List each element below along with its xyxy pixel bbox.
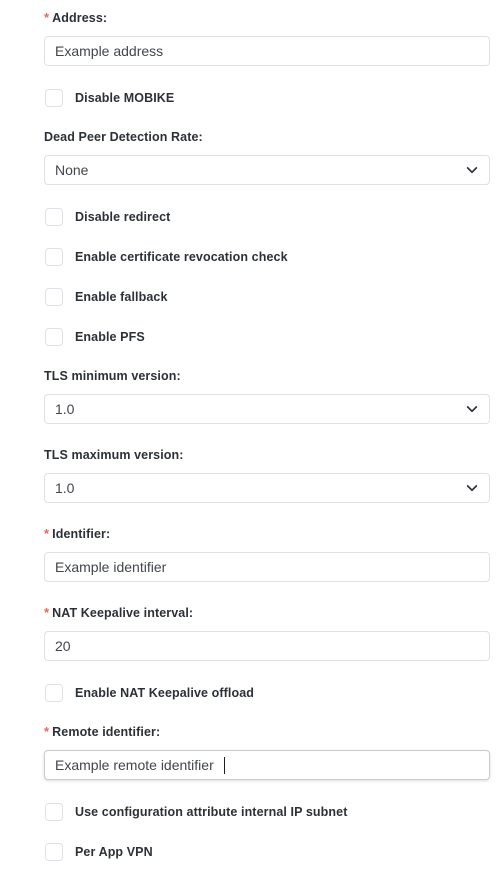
checkbox-disable-redirect[interactable]: [45, 208, 63, 226]
checkbox-row-use-configuration-attribute-internal-ip-subnet[interactable]: Use configuration attribute internal IP …: [45, 803, 347, 821]
required-marker-nat-keepalive-interval: *: [44, 605, 50, 620]
label-text-dead-peer-detection-rate: Dead Peer Detection Rate:: [44, 130, 203, 144]
label-text-tls-minimum-version: TLS minimum version:: [44, 369, 181, 383]
checkbox-row-enable-fallback[interactable]: Enable fallback: [45, 288, 168, 306]
label-text-nat-keepalive-interval: NAT Keepalive interval:: [52, 606, 194, 620]
checkbox-per-app-vpn[interactable]: [45, 843, 63, 861]
chevron-down-icon: [466, 485, 478, 492]
checkbox-use-configuration-attribute-internal-ip-subnet[interactable]: [45, 803, 63, 821]
label-identifier: * Identifier:: [44, 525, 110, 543]
address-input[interactable]: [44, 36, 490, 66]
nat-keepalive-interval-input[interactable]: [44, 631, 490, 661]
checkbox-label-enable-certificate-revocation-check: Enable certificate revocation check: [75, 250, 288, 264]
label-address: * Address:: [44, 9, 107, 27]
checkbox-label-use-configuration-attribute-internal-ip-subnet: Use configuration attribute internal IP …: [75, 805, 348, 819]
checkbox-row-enable-pfs[interactable]: Enable PFS: [45, 328, 145, 346]
label-dead-peer-detection-rate: Dead Peer Detection Rate:: [44, 128, 203, 146]
identifier-input[interactable]: [44, 552, 490, 582]
checkbox-label-per-app-vpn: Per App VPN: [75, 845, 153, 859]
identifier-field-wrap: [44, 552, 490, 582]
label-text-identifier: Identifier:: [52, 527, 111, 541]
label-nat-keepalive-interval: * NAT Keepalive interval:: [44, 604, 193, 622]
text-cursor: [224, 757, 225, 774]
checkbox-enable-nat-keepalive-offload[interactable]: [45, 684, 63, 702]
tls-maximum-version-value: 1.0: [55, 480, 75, 496]
required-marker-remote-identifier: *: [44, 724, 50, 739]
chevron-down-icon: [466, 406, 478, 413]
tls-maximum-version-select[interactable]: 1.0: [44, 473, 490, 503]
checkbox-label-disable-mobike: Disable MOBIKE: [75, 91, 175, 105]
dead-peer-detection-rate-select[interactable]: None: [44, 155, 490, 185]
checkbox-row-enable-nat-keepalive-offload[interactable]: Enable NAT Keepalive offload: [45, 684, 254, 702]
remote-identifier-field-wrap: [44, 750, 490, 780]
required-marker-address: *: [44, 10, 50, 25]
tls-minimum-version-value: 1.0: [55, 401, 75, 417]
checkbox-label-disable-redirect: Disable redirect: [75, 210, 171, 224]
checkbox-row-per-app-vpn[interactable]: Per App VPN: [45, 843, 153, 861]
checkbox-row-disable-redirect[interactable]: Disable redirect: [45, 208, 170, 226]
label-remote-identifier: * Remote identifier:: [44, 723, 160, 741]
label-tls-maximum-version: TLS maximum version:: [44, 446, 184, 464]
checkbox-enable-certificate-revocation-check[interactable]: [45, 248, 63, 266]
checkbox-label-enable-fallback: Enable fallback: [75, 290, 168, 304]
required-marker-identifier: *: [44, 526, 50, 541]
checkbox-row-disable-mobike[interactable]: Disable MOBIKE: [45, 89, 174, 107]
label-text-remote-identifier: Remote identifier:: [52, 725, 161, 739]
checkbox-disable-mobike[interactable]: [45, 89, 63, 107]
address-field-wrap: [44, 36, 490, 66]
label-text-tls-maximum-version: TLS maximum version:: [44, 448, 184, 462]
dead-peer-detection-rate-value: None: [55, 162, 89, 178]
remote-identifier-input[interactable]: [44, 750, 490, 780]
checkbox-enable-fallback[interactable]: [45, 288, 63, 306]
vpn-ikev2-configuration-form: *Address: Disable MOBIKE Dead Peer Detec…: [0, 0, 500, 870]
label-text-address: Address:: [52, 11, 108, 25]
checkbox-label-enable-pfs: Enable PFS: [75, 330, 145, 344]
chevron-down-icon: [466, 167, 478, 174]
checkbox-row-enable-certificate-revocation-check[interactable]: Enable certificate revocation check: [45, 248, 288, 266]
tls-minimum-version-select[interactable]: 1.0: [44, 394, 490, 424]
nat-keepalive-interval-field-wrap: [44, 631, 490, 661]
checkbox-label-enable-nat-keepalive-offload: Enable NAT Keepalive offload: [75, 686, 254, 700]
checkbox-enable-pfs[interactable]: [45, 328, 63, 346]
label-tls-minimum-version: TLS minimum version:: [44, 367, 181, 385]
